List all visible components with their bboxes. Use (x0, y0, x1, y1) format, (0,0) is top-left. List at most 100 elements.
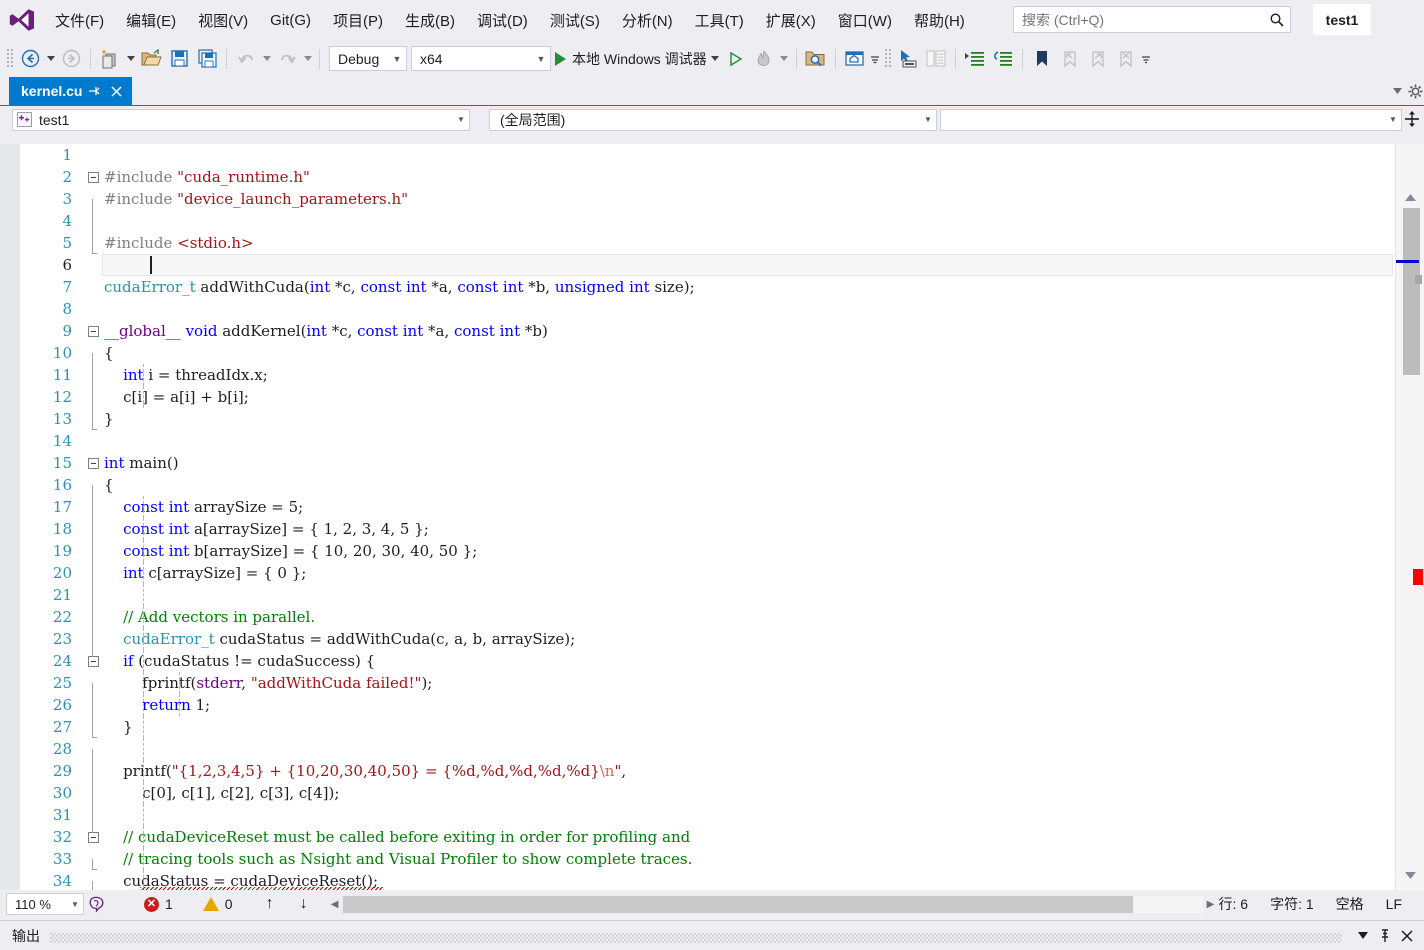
find-in-files-icon[interactable] (802, 45, 830, 73)
code-line[interactable]: 28 (20, 738, 1395, 771)
hot-reload-dropdown[interactable] (778, 45, 791, 73)
scrollbar-error-marker[interactable] (1413, 569, 1423, 585)
code-line[interactable]: 5 #include <stdio.h> (20, 232, 1395, 254)
close-tab-icon[interactable] (106, 80, 126, 102)
home-window-icon[interactable] (841, 45, 869, 73)
code-line[interactable]: 32 // cudaDeviceReset must be called bef… (20, 826, 1395, 848)
navigate-backward-dropdown[interactable] (44, 45, 57, 73)
chevron-down-icon-5[interactable]: ▼ (1385, 115, 1401, 124)
chevron-down-icon-2[interactable]: ▼ (532, 54, 550, 64)
menu-analyze[interactable]: 分析(N) (611, 6, 684, 35)
menu-debug[interactable]: 调试(D) (466, 6, 539, 35)
previous-issue-icon[interactable]: ↑ (253, 895, 287, 913)
code-line[interactable]: 34 cudaStatus = cudaDeviceReset(); (20, 870, 1395, 890)
output-panel-close-icon[interactable] (1396, 923, 1418, 949)
pointer-select-icon[interactable] (894, 45, 922, 73)
new-item-button[interactable] (96, 45, 124, 73)
navigate-backward-button[interactable] (16, 45, 44, 73)
collapse-icon[interactable] (87, 457, 99, 469)
code-line[interactable]: 11 int i = threadIdx.x; (20, 364, 1395, 397)
start-debugging-button[interactable]: 本地 Windows 调试器 (551, 45, 709, 73)
scope-selector-combo[interactable]: (全局范围) ▼ (489, 108, 937, 131)
pin-tab-icon[interactable] (84, 80, 104, 102)
code-editor[interactable]: 1 2 #include "cuda_runtime.h" 3 #include "de… (0, 144, 1424, 890)
decrease-indent-icon[interactable] (989, 45, 1017, 73)
code-line[interactable]: 2 #include "cuda_runtime.h" (20, 166, 1395, 188)
code-line[interactable]: 7 cudaError_t addWithCuda(int *c, const i… (20, 276, 1395, 298)
solution-platform-combo[interactable]: x64 ▼ (411, 46, 551, 71)
code-line[interactable]: 14 (20, 430, 1395, 452)
code-line[interactable]: 20 int c[arraySize] = { 0 }; (20, 562, 1395, 595)
collapse-icon[interactable] (87, 655, 99, 667)
fold-margin[interactable] (82, 457, 104, 469)
open-file-button[interactable] (137, 45, 165, 73)
code-line[interactable]: 12 c[i] = a[i] + b[i]; (20, 386, 1395, 419)
save-button[interactable] (165, 45, 193, 73)
menu-test[interactable]: 测试(S) (539, 6, 611, 35)
menu-build[interactable]: 生成(B) (394, 6, 466, 35)
scrollbar-thumb[interactable] (1403, 208, 1420, 375)
code-line[interactable]: 24 if (cudaStatus != cudaSuccess) { (20, 650, 1395, 672)
code-line[interactable]: 18 const int a[arraySize] = { 1, 2, 3, 4… (20, 518, 1395, 551)
scroll-left-button[interactable]: ◀ (327, 899, 343, 910)
collapse-icon[interactable] (87, 831, 99, 843)
search-box[interactable] (1013, 6, 1291, 33)
code-line[interactable]: 29 printf("{1,2,3,4,5} + {10,20,30,40,50… (20, 760, 1395, 793)
toolbar-grip-2[interactable] (882, 47, 894, 71)
member-selector-combo[interactable]: ▼ (940, 108, 1402, 131)
new-item-dropdown[interactable] (124, 45, 137, 73)
line-ending-indicator[interactable]: LF (1386, 896, 1402, 912)
home-window-dropdown[interactable] (869, 45, 882, 73)
zoom-level-combo[interactable]: 110 % ▼ (6, 893, 84, 915)
error-count-icon[interactable]: ✕ (144, 896, 159, 912)
project-selector-combo[interactable]: test1 ▼ (12, 108, 470, 131)
tab-kernel-cu[interactable]: kernel.cu (9, 77, 133, 105)
fold-margin[interactable] (82, 655, 104, 667)
horizontal-scroll-track[interactable] (342, 895, 1203, 913)
menu-git[interactable]: Git(G) (259, 8, 322, 33)
code-line[interactable]: 8 (20, 298, 1395, 320)
code-line[interactable]: 15 int main() (20, 452, 1395, 474)
editor-horizontal-scrollbar[interactable]: ◀ ▶ (327, 895, 1219, 913)
code-line[interactable]: 21 (20, 584, 1395, 617)
menu-project[interactable]: 项目(P) (322, 6, 394, 35)
collapse-icon[interactable] (87, 171, 99, 183)
menu-extensions[interactable]: 扩展(X) (755, 6, 827, 35)
fold-margin[interactable] (82, 171, 104, 183)
collapse-icon[interactable] (87, 325, 99, 337)
code-line[interactable]: 1 (20, 144, 1395, 166)
editor-settings-gear-icon[interactable] (1406, 78, 1424, 104)
code-line[interactable]: 23 cudaError_t cudaStatus = addWithCuda(… (20, 628, 1395, 661)
code-line[interactable]: 17 const int arraySize = 5; (20, 496, 1395, 529)
scroll-down-button[interactable] (1396, 866, 1424, 884)
toggle-bookmark-icon[interactable] (1028, 45, 1056, 73)
undo-dropdown[interactable] (260, 45, 273, 73)
output-panel-dropdown-icon[interactable] (1352, 923, 1374, 949)
code-line[interactable]: 33 // tracing tools such as Nsight and V… (20, 848, 1395, 870)
code-line[interactable]: 13} (20, 408, 1395, 430)
indentation-indicator[interactable]: 空格 (1336, 894, 1364, 914)
output-panel-pin-icon[interactable] (1374, 923, 1396, 949)
code-line[interactable]: 3 #include "device_launch_parameters.h" (20, 188, 1395, 221)
menu-file[interactable]: 文件(F) (44, 6, 115, 35)
code-line[interactable]: 31 (20, 804, 1395, 837)
increase-indent-icon[interactable] (961, 45, 989, 73)
redo-dropdown[interactable] (301, 45, 314, 73)
start-without-debugging-button[interactable] (722, 45, 750, 73)
chevron-down-icon[interactable]: ▼ (388, 54, 406, 64)
code-line[interactable]: 10 { (20, 342, 1395, 375)
code-line[interactable]: 26 return 1; (20, 694, 1395, 727)
menu-window[interactable]: 窗口(W) (827, 6, 903, 35)
fold-margin[interactable] (82, 325, 104, 337)
intellisense-status-icon[interactable] (84, 892, 110, 916)
code-line[interactable]: 19 const int b[arraySize] = { 10, 20, 30… (20, 540, 1395, 573)
code-line[interactable]: 4 (20, 210, 1395, 243)
fold-margin[interactable] (82, 831, 104, 843)
editor-vertical-scrollbar[interactable] (1395, 144, 1424, 890)
split-editor-icon[interactable] (1402, 108, 1422, 130)
toolbar-overflow-button[interactable] (1140, 45, 1153, 73)
tab-list-dropdown-icon[interactable] (1388, 78, 1406, 104)
warning-count-icon[interactable] (202, 897, 219, 911)
toolbar-grip[interactable] (4, 47, 16, 71)
menu-tools[interactable]: 工具(T) (684, 6, 755, 35)
